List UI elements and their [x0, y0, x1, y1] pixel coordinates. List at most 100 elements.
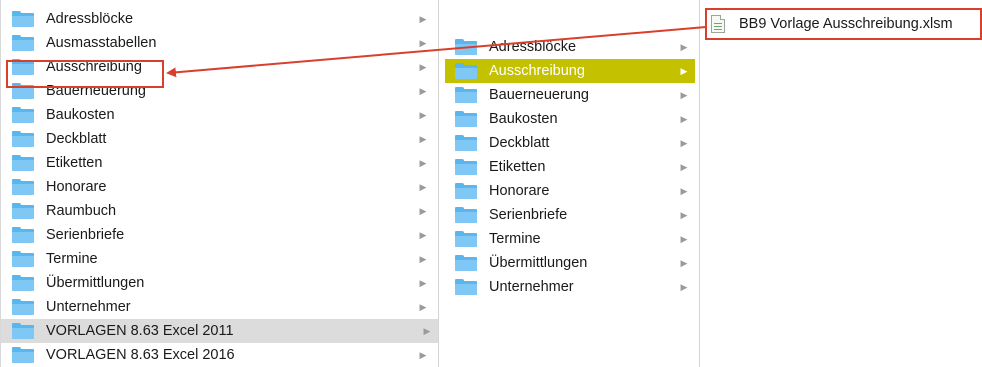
folder-label: Baukosten: [46, 107, 115, 123]
column-divider[interactable]: [699, 0, 700, 367]
chevron-right-icon: ▶: [419, 301, 427, 312]
chevron-right-icon: ▶: [419, 61, 427, 72]
folder-label: Unternehmer: [489, 279, 574, 295]
folder-row[interactable]: VORLAGEN 8.63 Excel 2011 ▶: [1, 319, 438, 343]
folder-row[interactable]: Baukosten ▶: [445, 107, 695, 131]
chevron-right-icon: ▶: [419, 277, 427, 288]
folder-label: Baukosten: [489, 111, 558, 127]
chevron-right-icon: ▶: [419, 13, 427, 24]
folder-label: Etiketten: [46, 155, 103, 171]
chevron-right-icon: ▶: [419, 109, 427, 120]
folder-row[interactable]: Ausschreibung ▶: [445, 59, 695, 83]
chevron-right-icon: ▶: [680, 113, 688, 124]
folder-icon: [455, 87, 477, 103]
chevron-right-icon: ▶: [423, 325, 431, 336]
folder-row[interactable]: Bauerneuerung ▶: [12, 79, 434, 103]
chevron-right-icon: ▶: [680, 161, 688, 172]
folder-label: Ausschreibung: [46, 59, 142, 75]
folder-row[interactable]: Serienbriefe ▶: [12, 223, 434, 247]
folder-label: VORLAGEN 8.63 Excel 2011: [46, 323, 234, 339]
folder-row[interactable]: Etiketten ▶: [12, 151, 434, 175]
folder-row[interactable]: Übermittlungen ▶: [12, 271, 434, 295]
column-2: Adressblöcke ▶ Ausschreibung ▶ Bauerneuerung…: [445, 0, 695, 367]
chevron-right-icon: ▶: [680, 257, 688, 268]
folder-row[interactable]: Adressblöcke ▶: [445, 35, 695, 59]
folder-label: Deckblatt: [489, 135, 550, 151]
folder-icon: [455, 159, 477, 175]
folder-label: VORLAGEN 8.63 Excel 2016: [46, 347, 235, 363]
folder-row[interactable]: Honorare ▶: [12, 175, 434, 199]
chevron-right-icon: ▶: [419, 181, 427, 192]
folder-row[interactable]: VORLAGEN 8.63 Excel 2016 ▶: [12, 343, 434, 367]
folder-icon: [12, 179, 34, 195]
chevron-right-icon: ▶: [419, 205, 427, 216]
chevron-right-icon: ▶: [680, 209, 688, 220]
folder-row[interactable]: Unternehmer ▶: [12, 295, 434, 319]
excel-document-icon: [711, 15, 725, 33]
folder-label: Honorare: [489, 183, 550, 199]
folder-label: Unternehmer: [46, 299, 131, 315]
chevron-right-icon: ▶: [419, 133, 427, 144]
folder-icon: [12, 203, 34, 219]
folder-label: Adressblöcke: [489, 39, 577, 55]
folder-row[interactable]: Baukosten ▶: [12, 103, 434, 127]
folder-icon: [12, 299, 34, 315]
folder-row[interactable]: Honorare ▶: [445, 179, 695, 203]
chevron-right-icon: ▶: [680, 281, 688, 292]
chevron-right-icon: ▶: [680, 89, 688, 100]
folder-label: Übermittlungen: [489, 255, 588, 271]
folder-icon: [455, 183, 477, 199]
folder-icon: [12, 131, 34, 147]
folder-row[interactable]: Termine ▶: [12, 247, 434, 271]
file-name-label: BB9 Vorlage Ausschreibung.xlsm: [739, 16, 953, 32]
folder-icon: [12, 59, 34, 75]
chevron-right-icon: ▶: [680, 185, 688, 196]
chevron-right-icon: ▶: [419, 157, 427, 168]
chevron-right-icon: ▶: [419, 85, 427, 96]
folder-icon: [455, 279, 477, 295]
column-divider[interactable]: [438, 0, 439, 367]
folder-icon: [455, 135, 477, 151]
folder-row[interactable]: Adressblöcke ▶: [12, 7, 434, 31]
folder-icon: [12, 323, 34, 339]
folder-icon: [455, 231, 477, 247]
chevron-right-icon: ▶: [419, 349, 427, 360]
folder-icon: [12, 251, 34, 267]
folder-row[interactable]: Ausschreibung ▶: [12, 55, 434, 79]
folder-label: Serienbriefe: [46, 227, 125, 243]
folder-label: Ausmasstabellen: [46, 35, 157, 51]
folder-row[interactable]: Bauerneuerung ▶: [445, 83, 695, 107]
folder-row[interactable]: Unternehmer ▶: [445, 275, 695, 299]
column-1: Adressblöcke ▶ Ausmasstabellen ▶ Ausschreibu…: [0, 0, 438, 367]
folder-icon: [455, 255, 477, 271]
folder-icon: [455, 39, 477, 55]
folder-label: Ausschreibung: [489, 63, 585, 79]
chevron-right-icon: ▶: [419, 229, 427, 240]
folder-icon: [455, 111, 477, 127]
chevron-right-icon: ▶: [680, 233, 688, 244]
folder-icon: [12, 83, 34, 99]
folder-row[interactable]: Deckblatt ▶: [445, 131, 695, 155]
folder-label: Bauerneuerung: [489, 87, 589, 103]
folder-row[interactable]: Deckblatt ▶: [12, 127, 434, 151]
folder-icon: [12, 347, 34, 363]
folder-label: Termine: [489, 231, 541, 247]
folder-label: Honorare: [46, 179, 107, 195]
folder-label: Adressblöcke: [46, 11, 134, 27]
folder-row[interactable]: Raumbuch ▶: [12, 199, 434, 223]
chevron-right-icon: ▶: [680, 41, 688, 52]
folder-label: Serienbriefe: [489, 207, 568, 223]
folder-icon: [455, 207, 477, 223]
folder-row[interactable]: Übermittlungen ▶: [445, 251, 695, 275]
folder-icon: [12, 107, 34, 123]
folder-row[interactable]: Serienbriefe ▶: [445, 203, 695, 227]
folder-label: Termine: [46, 251, 98, 267]
folder-icon: [455, 63, 477, 79]
chevron-right-icon: ▶: [680, 137, 688, 148]
folder-icon: [12, 11, 34, 27]
folder-row[interactable]: Ausmasstabellen ▶: [12, 31, 434, 55]
folder-row[interactable]: Etiketten ▶: [445, 155, 695, 179]
column-3: BB9 Vorlage Ausschreibung.xlsm: [701, 0, 982, 367]
folder-row[interactable]: Termine ▶: [445, 227, 695, 251]
file-item[interactable]: BB9 Vorlage Ausschreibung.xlsm: [701, 12, 982, 36]
